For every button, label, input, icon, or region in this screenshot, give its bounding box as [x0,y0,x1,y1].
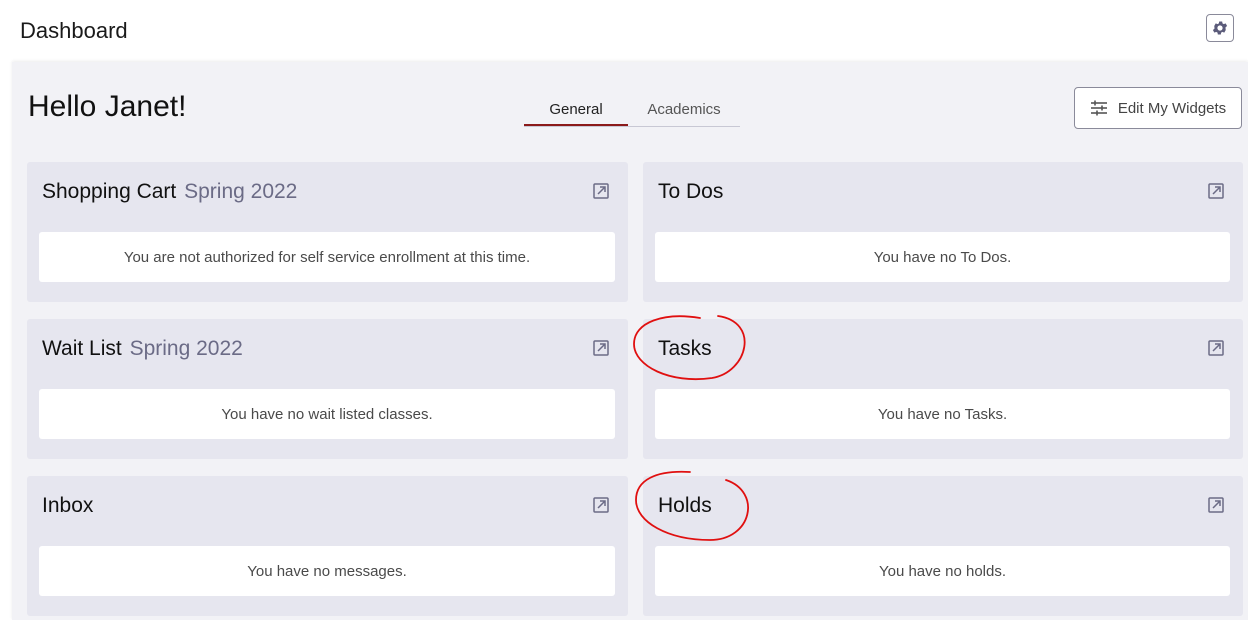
widget-title-text: Shopping Cart [42,180,177,203]
widget-shopping-cart: Shopping Cart Spring 2022 You are not au… [27,162,628,302]
widget-title: Tasks [658,337,712,361]
widget-tasks: Tasks You have no Tasks. [643,319,1243,459]
edit-widgets-label: Edit My Widgets [1117,99,1227,117]
widget-title: Shopping Cart Spring 2022 [42,180,297,204]
greeting-heading: Hello Janet! [28,90,187,123]
widget-message: You have no Tasks. [655,389,1230,439]
cropped-text-strip [0,0,1248,10]
tab-bar: General Academics [524,94,740,127]
widget-title: Inbox [42,494,93,518]
widget-title-text: Holds [658,494,712,517]
widget-inbox: Inbox You have no messages. [27,476,628,616]
open-external-icon[interactable] [592,182,610,200]
widget-to-dos: To Dos You have no To Dos. [643,162,1243,302]
widget-holds: Holds You have no holds. [643,476,1243,616]
widget-message: You have no holds. [655,546,1230,596]
widget-term: Spring 2022 [129,337,243,360]
open-external-icon[interactable] [1207,496,1225,514]
tab-general[interactable]: General [524,94,628,126]
widget-title-text: To Dos [658,180,724,203]
sliders-icon [1090,100,1107,116]
open-external-icon[interactable] [592,496,610,514]
open-external-icon[interactable] [1207,182,1225,200]
widget-message: You have no To Dos. [655,232,1230,282]
widget-message: You have no wait listed classes. [39,389,615,439]
tab-academics[interactable]: Academics [628,94,740,124]
open-external-icon[interactable] [592,339,610,357]
widget-title-text: Tasks [658,337,712,360]
dashboard-panel: Hello Janet! General Academics Edit My W… [12,62,1248,620]
widget-title: Wait List Spring 2022 [42,337,243,361]
edit-widgets-button[interactable]: Edit My Widgets [1074,87,1242,129]
open-external-icon[interactable] [1207,339,1225,357]
gear-icon [1212,21,1228,35]
widget-wait-list: Wait List Spring 2022 You have no wait l… [27,319,628,459]
page-title: Dashboard [20,18,128,43]
widget-title: Holds [658,494,712,518]
widget-title-text: Inbox [42,494,94,517]
settings-button[interactable] [1206,14,1234,42]
widget-message: You have no messages. [39,546,615,596]
widget-title: To Dos [658,180,723,204]
widget-message: You are not authorized for self service … [39,232,615,282]
widget-title-text: Wait List [42,337,122,360]
widget-term: Spring 2022 [184,180,298,203]
